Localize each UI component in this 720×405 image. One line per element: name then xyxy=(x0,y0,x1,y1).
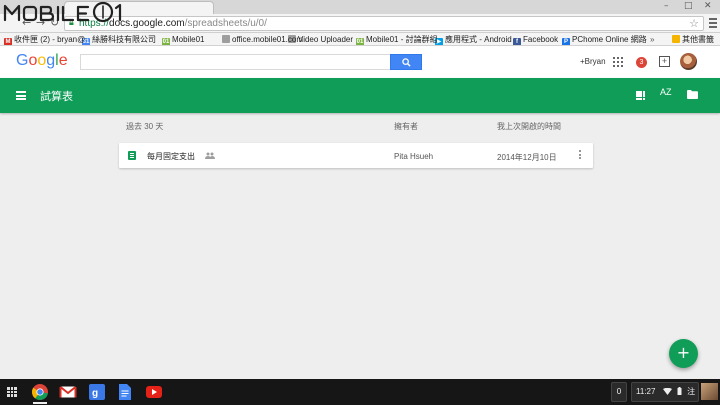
app-launcher-icon[interactable] xyxy=(7,387,17,397)
clock-time: 11:27 xyxy=(636,387,656,396)
active-app-indicator xyxy=(33,402,47,404)
bookmark-item[interactable]: 01 Mobile01 - 討論群組 xyxy=(356,34,438,45)
other-bookmarks-folder[interactable]: 其他書籤 xyxy=(672,34,714,45)
folder-picker-icon[interactable] xyxy=(687,90,698,99)
file-last-opened: 2014年12月10日 xyxy=(497,153,557,162)
shared-people-icon xyxy=(205,152,215,159)
bookmark-label: office.mobile01.com xyxy=(232,35,303,44)
docs-icon[interactable] xyxy=(116,383,134,401)
mobile01-icon: 01 xyxy=(162,38,170,45)
page-icon xyxy=(222,35,230,43)
bookmark-item[interactable]: P PChome Online 網路 xyxy=(562,34,647,45)
mobile01-watermark-logo xyxy=(2,0,126,24)
bookmarks-overflow-button[interactable]: » xyxy=(650,34,654,45)
share-plus-icon[interactable]: + xyxy=(659,56,670,67)
bookmark-label: Video Uploader xyxy=(298,35,354,44)
status-tray[interactable]: 11:27 注 xyxy=(631,382,699,402)
wifi-icon xyxy=(662,387,672,395)
app-title: 試算表 xyxy=(40,90,73,103)
battery-icon xyxy=(677,387,682,395)
bookmark-label: Mobile01 xyxy=(172,35,205,44)
search-icon xyxy=(402,58,411,67)
bookmark-label: 絲勝科技有限公司 xyxy=(92,35,156,44)
bookmark-item[interactable]: 31 絲勝科技有限公司 xyxy=(82,34,156,45)
search-button[interactable] xyxy=(390,54,422,70)
bookmark-label: Facebook xyxy=(523,35,559,44)
gmail-icon[interactable] xyxy=(59,383,77,401)
sort-az-icon[interactable]: AZ xyxy=(660,88,672,97)
apps-grid-icon[interactable] xyxy=(613,57,623,67)
close-window-icon[interactable]: ✕ xyxy=(704,1,712,11)
google-search-box xyxy=(80,54,422,70)
more-options-icon[interactable] xyxy=(579,150,582,161)
maximize-icon[interactable]: □ xyxy=(684,1,693,11)
notification-count-box[interactable]: 0 xyxy=(611,382,627,402)
file-row[interactable]: 每月固定支出 Pita Hsueh 2014年12月10日 xyxy=(119,143,593,168)
account-avatar[interactable] xyxy=(680,53,697,70)
last-opened-column-header[interactable]: 我上次開啟的時間 xyxy=(497,121,561,132)
bookmark-label: 收件匣 (2) - bryan@ xyxy=(14,35,86,44)
bookmark-item[interactable]: 01 Mobile01 xyxy=(162,34,205,45)
youtube-icon[interactable] xyxy=(145,383,163,401)
ime-indicator: 注 xyxy=(687,387,696,396)
bookmark-item[interactable]: f Facebook xyxy=(513,34,559,45)
address-bar[interactable]: 🔒︎ https://docs.google.com/spreadsheets/… xyxy=(64,16,704,31)
bookmark-item[interactable]: office.mobile01.com xyxy=(222,34,303,45)
google-plus-icon[interactable]: g xyxy=(88,383,106,401)
google-bar: Google +Bryan 3 + xyxy=(0,46,720,78)
section-label-last-30-days: 過去 30 天 xyxy=(126,122,164,131)
spreadsheet-icon xyxy=(128,151,136,160)
notifications-badge[interactable]: 3 xyxy=(636,57,647,68)
google-logo[interactable]: Google xyxy=(16,52,68,70)
new-spreadsheet-button[interactable]: + xyxy=(669,339,698,368)
file-title: 每月固定支出 xyxy=(147,152,195,161)
pchome-icon: P xyxy=(562,38,570,45)
file-owner: Pita Hsueh xyxy=(394,152,434,161)
minimize-icon[interactable]: – xyxy=(664,1,669,11)
chrome-menu-icon[interactable] xyxy=(708,17,718,29)
bookmark-item[interactable]: M 收件匣 (2) - bryan@ xyxy=(4,34,86,45)
facebook-icon: f xyxy=(513,38,521,45)
bookmarks-bar: P PChome Online 網路 f Facebook ▶ 應用程式 - Androi… xyxy=(0,33,720,46)
chrome-icon[interactable] xyxy=(31,383,49,401)
owner-column-header[interactable]: 擁有者 xyxy=(394,121,418,132)
search-input[interactable] xyxy=(81,55,381,69)
main-menu-icon[interactable] xyxy=(16,91,26,100)
gmail-icon: M xyxy=(4,38,12,45)
google-plus-profile-link[interactable]: +Bryan xyxy=(580,57,606,66)
bookmark-label: Mobile01 - 討論群組 xyxy=(366,35,438,44)
sheets-app-bar: 試算表 AZ xyxy=(0,78,720,113)
chromeos-shelf: g 0 11:27 注 xyxy=(0,379,720,405)
bookmark-label: 應用程式 - Android xyxy=(445,35,512,44)
bookmark-star-icon[interactable]: ☆ xyxy=(689,17,699,30)
grid-view-icon[interactable] xyxy=(636,91,646,101)
mobile01-icon: 01 xyxy=(356,38,364,45)
user-account-avatar[interactable] xyxy=(701,383,718,400)
folder-icon xyxy=(672,35,680,43)
svg-text:g: g xyxy=(92,388,98,399)
bookmark-label: PChome Online 網路 xyxy=(572,35,647,44)
bookmark-item[interactable]: ▶ 應用程式 - Android xyxy=(435,34,512,45)
